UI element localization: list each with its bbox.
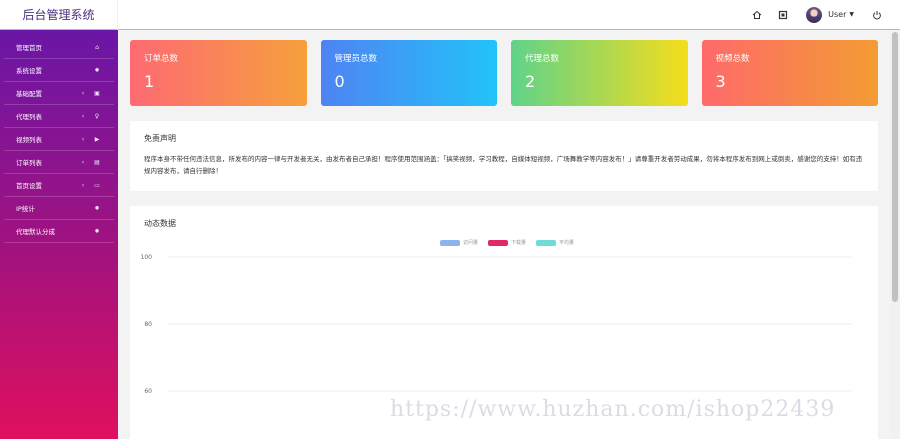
sidebar-item-label: 基础配置: [16, 90, 42, 98]
sidebar-item-ip-stats[interactable]: IP统计 ✹: [4, 197, 114, 220]
stat-card-videos: 视频总数 3: [701, 40, 878, 106]
page-scrollbar[interactable]: [890, 30, 900, 439]
sidebar-item-order-list[interactable]: 订单列表 ‹ ▤: [4, 151, 114, 174]
calendar-icon: ▣: [94, 89, 100, 97]
top-bar: 后台管理系统 User ▼: [0, 0, 900, 30]
disclaimer-text: 程序本身不带任何违法信息，所发布的内容一律与开发者无关，由发布者自己承担！程序使…: [144, 155, 863, 175]
sidebar-item-video-list[interactable]: 视频列表 ‹ ▶: [4, 128, 114, 151]
disclaimer-title: 免责声明: [144, 134, 176, 143]
stat-card-admins: 管理员总数 0: [320, 40, 497, 106]
monitor-icon: ▭: [94, 181, 100, 189]
stat-card-orders: 订单总数 1: [130, 40, 307, 106]
stat-value: 1: [144, 72, 155, 91]
sidebar: 管理首页 ⌂ 系统设置 ✹ 基础配置 ‹ ▣ 代理列表 ‹ ♀ 视频列表 ‹ ▶…: [0, 30, 118, 439]
stat-title: 订单总数: [144, 54, 179, 64]
y-tick-label: 100: [141, 254, 153, 261]
chevron-left-icon: ‹: [81, 135, 85, 143]
stat-value: 0: [334, 72, 345, 91]
caret-down-icon: ▼: [849, 11, 854, 18]
brand-title[interactable]: 后台管理系统: [0, 0, 118, 30]
user-icon: ♀: [94, 112, 100, 120]
scrollbar-thumb[interactable]: [892, 32, 898, 302]
user-name: User: [828, 10, 847, 19]
sidebar-item-label: 订单列表: [16, 159, 42, 167]
sidebar-item-basic-config[interactable]: 基础配置 ‹ ▣: [4, 82, 114, 105]
sidebar-item-label: 视频列表: [16, 136, 42, 144]
gear-icon: ✹: [94, 204, 100, 212]
home-icon[interactable]: [744, 0, 770, 30]
y-tick-label: 60: [144, 388, 152, 395]
user-menu[interactable]: User ▼: [796, 0, 864, 30]
y-tick-label: 80: [144, 321, 152, 328]
sidebar-item-label: 系统设置: [16, 67, 42, 75]
gear-icon: ✹: [94, 227, 100, 235]
sidebar-item-label: 首页设置: [16, 182, 42, 190]
sidebar-item-label: 管理首页: [16, 44, 42, 52]
sidebar-item-home[interactable]: 管理首页 ⌂: [4, 36, 114, 59]
sidebar-item-label: 代理默认分成: [16, 228, 55, 236]
sidebar-item-home-settings[interactable]: 首页设置 ‹ ▭: [4, 174, 114, 197]
home-icon: ⌂: [95, 43, 99, 51]
watermark-text: https://www.huzhan.com/ishop22439: [390, 397, 836, 422]
gear-icon: ✹: [94, 66, 100, 74]
avatar: [806, 6, 823, 23]
stat-cards: 订单总数 1 管理员总数 0 代理总数 2 视频总数 3: [130, 40, 878, 106]
fullscreen-icon[interactable]: [770, 0, 796, 30]
topbar-actions: User ▼: [744, 0, 900, 30]
sidebar-item-label: 代理列表: [16, 113, 42, 121]
play-icon: ▶: [94, 135, 100, 143]
stat-value: 3: [715, 72, 726, 91]
clipboard-icon: ▤: [94, 158, 100, 166]
sidebar-item-system-settings[interactable]: 系统设置 ✹: [4, 59, 114, 82]
stat-title: 视频总数: [715, 54, 750, 64]
main-content: 订单总数 1 管理员总数 0 代理总数 2 视频总数 3 免责声明 程序本身不带…: [118, 30, 890, 439]
disclaimer-panel: 免责声明 程序本身不带任何违法信息，所发布的内容一律与开发者无关，由发布者自己承…: [130, 121, 878, 191]
power-icon[interactable]: [864, 0, 890, 30]
sidebar-item-agent-list[interactable]: 代理列表 ‹ ♀: [4, 105, 114, 128]
stat-title: 管理员总数: [334, 54, 378, 64]
sidebar-item-agent-default-split[interactable]: 代理默认分成 ✹: [4, 220, 114, 243]
chevron-left-icon: ‹: [81, 89, 85, 97]
stat-title: 代理总数: [525, 54, 560, 64]
stat-card-agents: 代理总数 2: [511, 40, 688, 106]
chevron-left-icon: ‹: [81, 112, 85, 120]
chevron-left-icon: ‹: [81, 181, 85, 189]
stat-value: 2: [525, 72, 536, 91]
chevron-left-icon: ‹: [81, 158, 85, 166]
sidebar-item-label: IP统计: [16, 205, 35, 213]
